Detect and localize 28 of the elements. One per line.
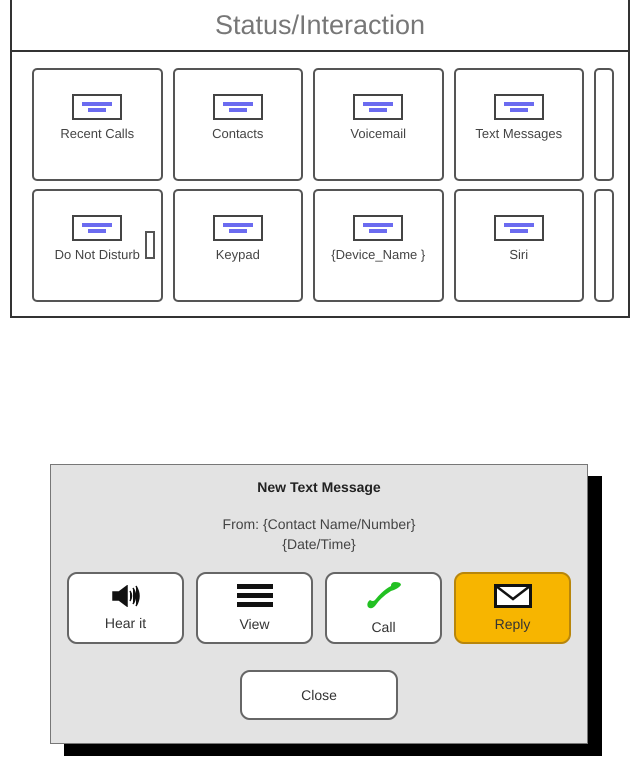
menu-icon	[236, 584, 272, 608]
close-button[interactable]: Close	[240, 670, 398, 720]
panel-title: Status/Interaction	[214, 10, 426, 40]
date-text: {Date/Time}	[282, 534, 356, 554]
tile-button[interactable]: Text Messages	[454, 68, 584, 181]
action-button[interactable]: View	[196, 572, 313, 644]
action-button[interactable]: Call	[325, 572, 442, 644]
dialog-title: New Text Message	[257, 479, 381, 495]
envelope-icon	[494, 584, 532, 608]
tile-button[interactable]: Contacts	[172, 68, 303, 181]
action-button[interactable]: Reply	[454, 572, 571, 644]
placeholder-icon	[494, 215, 544, 241]
sender-text: From: {Contact Name/Number}	[222, 515, 416, 534]
placeholder-icon	[72, 94, 122, 120]
speaker-icon	[110, 585, 140, 608]
placeholder-icon	[212, 215, 263, 241]
tile-button[interactable]: Do Not Disturb	[32, 189, 162, 302]
tile-button[interactable]: Voicemail	[313, 68, 444, 181]
tile-button[interactable]: Siri	[454, 189, 584, 302]
placeholder-icon	[212, 94, 263, 120]
placeholder-icon	[72, 215, 122, 241]
tile-button[interactable]: Keypad	[172, 189, 303, 302]
tile-button[interactable]: Recent Calls	[32, 68, 162, 181]
placeholder-icon	[494, 94, 544, 120]
tile-button[interactable]: {Device_Name }	[313, 189, 444, 302]
placeholder-icon	[353, 215, 404, 241]
action-button[interactable]: Hear it	[67, 572, 184, 644]
placeholder-icon	[353, 94, 404, 120]
